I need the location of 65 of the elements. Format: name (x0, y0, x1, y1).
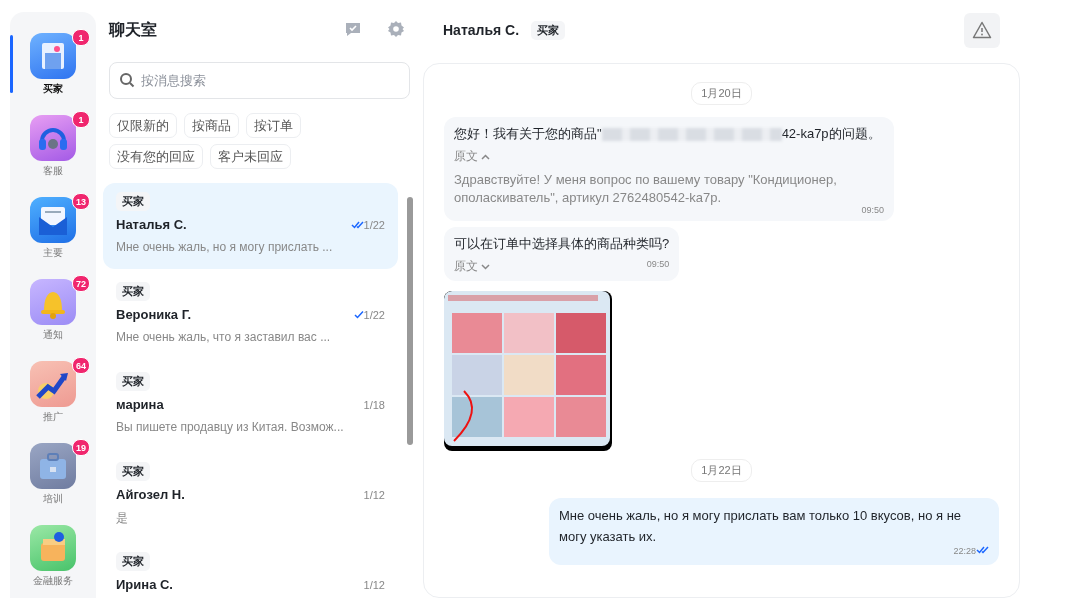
count-badge: 1 (72, 29, 90, 46)
filter-chip[interactable]: 按商品 (184, 113, 239, 138)
conversation-item[interactable]: 买家 Наталья С. 1/22 Мне очень жаль, но я могу прислать ... (103, 183, 398, 269)
filter-chip[interactable]: 没有您的回应 (109, 144, 203, 169)
message-text: 您好！我有关于您的商品" 42-ka7p的问题。 (454, 125, 882, 143)
role-tag: 买家 (116, 462, 150, 481)
date-divider: 1月22日 (691, 459, 752, 483)
search-icon (119, 72, 135, 88)
original-toggle[interactable]: 原文 (454, 258, 490, 276)
role-tag: 买家 (116, 192, 150, 211)
report-button[interactable] (964, 12, 1000, 48)
message-time: 09:50 (646, 259, 670, 270)
count-badge: 13 (72, 193, 90, 210)
filter-chip[interactable]: 客户未回应 (210, 144, 291, 169)
filter-chip[interactable]: 仅限新的 (109, 113, 177, 138)
app-icon (30, 279, 76, 325)
message-date: 1/18 (363, 398, 385, 411)
contact-name: марина (116, 397, 165, 412)
count-badge: 1 (72, 111, 90, 128)
contact-name: Наталья С. (116, 217, 188, 232)
contact-name: Айгозел Н. (116, 487, 186, 502)
role-tag: 买家 (116, 372, 150, 391)
conversation-item[interactable]: 买家 Айгозел Н. 1/12 是 (103, 453, 398, 539)
caret-down-icon (481, 263, 490, 270)
panel-title: 聊天室 (109, 19, 158, 40)
message-time: 22:28 (953, 544, 976, 558)
nav-item[interactable]: 金融服务 (10, 525, 96, 597)
conversation-item[interactable]: 买家 Вероника Г. 1/22 Мне очень жаль, что я заставил вас ... (103, 273, 398, 359)
original-toggle[interactable]: 原文 (454, 148, 490, 165)
conversation-item[interactable]: 买家 Ирина С. 1/12 (103, 543, 398, 598)
message-time: 09:50 (861, 205, 884, 216)
conversation-item[interactable]: 买家 марина 1/18 Вы пишете продавцу из Китая. Возмож... (103, 363, 398, 449)
app-icon (30, 361, 76, 407)
role-tag: 买家 (116, 282, 150, 301)
message-text: 可以在订单中选择具体的商品种类吗? (454, 235, 670, 254)
app-icon (30, 525, 76, 571)
warning-icon (972, 21, 992, 39)
count-badge: 72 (72, 275, 90, 292)
filter-chip[interactable]: 按订单 (246, 113, 301, 138)
app-icon (30, 197, 76, 243)
app-icon (30, 115, 76, 161)
message-preview: Вы пишете продавцу из Китая. Возмож... (116, 420, 345, 434)
app-icon (30, 33, 76, 79)
date-divider: 1月20日 (691, 82, 752, 105)
message-preview: Мне очень жаль, что я заставил вас ... (116, 330, 332, 344)
message-date: 1/22 (363, 308, 385, 321)
message-preview: Мне очень жаль, но я могу прислать ... (116, 240, 334, 254)
role-tag: 买家 (116, 552, 150, 571)
caret-up-icon (481, 153, 490, 160)
original-text: Здравствуйте! У меня вопрос по вашему товару "Кондиционер, ополаскиватель", артикул 2762480542-ka7p. (454, 171, 838, 208)
count-badge: 64 (72, 357, 90, 374)
message-preview: 是 (116, 510, 129, 527)
search-field[interactable]: 按消息搜索 (109, 62, 410, 99)
message-date: 1/12 (363, 488, 385, 501)
settings-icon[interactable] (387, 20, 407, 40)
message-text: Мне очень жаль, но я могу прислать вам только 10 вкусов, но я не могу указать их. (559, 507, 963, 546)
role-tag: 买家 (531, 20, 566, 40)
count-badge: 19 (72, 439, 90, 456)
message-date: 1/12 (363, 578, 385, 591)
contact-name: Наталья С. (443, 22, 520, 38)
app-icon (30, 443, 76, 489)
contact-name: Вероника Г. (116, 307, 193, 322)
scrollbar[interactable] (407, 197, 413, 445)
message-date: 1/22 (363, 218, 385, 231)
contact-name: Ирина С. (116, 577, 174, 592)
